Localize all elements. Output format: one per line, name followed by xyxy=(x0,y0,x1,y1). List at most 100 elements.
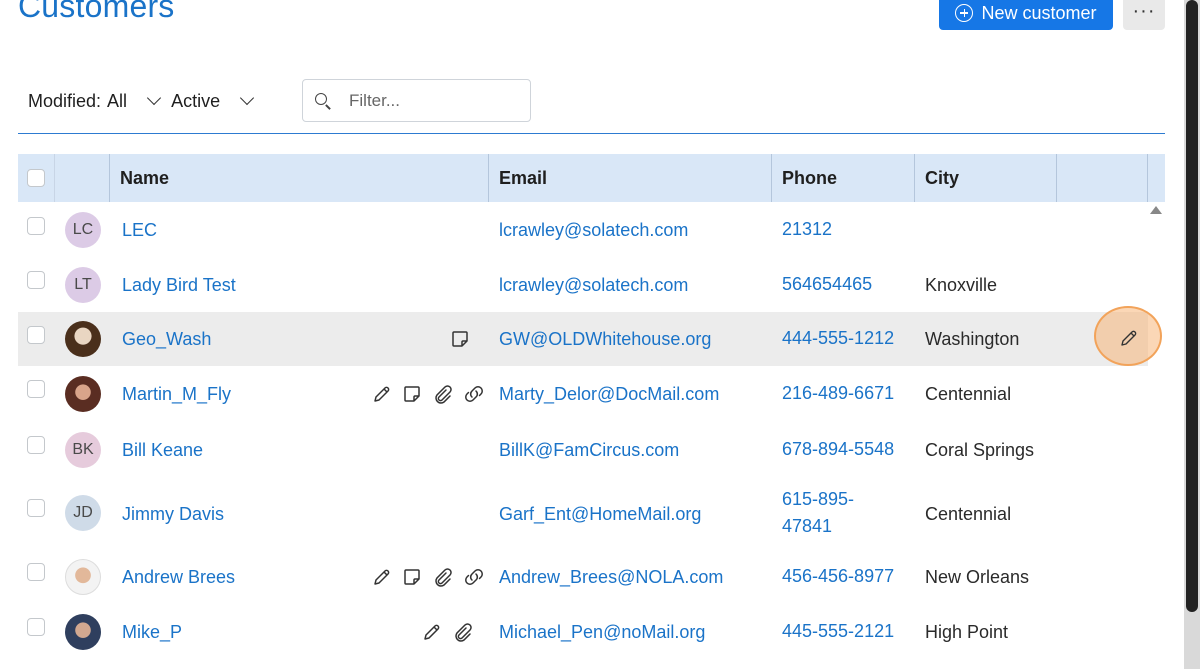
modified-filter-dropdown[interactable]: Modified: All xyxy=(28,91,171,112)
table-row[interactable]: LT Lady Bird Test lcrawley@solatech.com … xyxy=(18,257,1148,312)
pencil-icon xyxy=(1121,330,1137,346)
customer-phone-link[interactable]: 444-555-1212 xyxy=(782,325,894,352)
customer-city: Coral Springs xyxy=(925,440,1035,460)
customer-email-link[interactable]: Michael_Pen@noMail.org xyxy=(499,622,705,643)
customer-phone-link[interactable]: 564654465 xyxy=(782,271,872,298)
chevron-down-icon xyxy=(240,90,255,106)
customer-name-link[interactable]: Jimmy Davis xyxy=(122,504,224,525)
avatar xyxy=(65,321,101,357)
customer-city: New Orleans xyxy=(925,567,1030,587)
more-options-button[interactable]: ··· xyxy=(1123,0,1165,30)
status-filter-dropdown[interactable]: Active xyxy=(171,91,264,112)
new-customer-button[interactable]: New customer xyxy=(939,0,1113,30)
row-indicators xyxy=(422,622,472,642)
row-checkbox[interactable] xyxy=(27,380,45,398)
chevron-down-icon xyxy=(146,90,162,106)
avatar: BK xyxy=(65,432,101,468)
link-icon xyxy=(465,386,483,402)
customer-name-link[interactable]: Mike_P xyxy=(122,622,182,643)
page-title: Customers xyxy=(18,0,175,24)
add-circle-icon xyxy=(955,4,974,22)
modified-filter-value: All xyxy=(107,90,128,111)
customer-name-link[interactable]: Martin_M_Fly xyxy=(122,384,231,405)
table-row[interactable]: Andrew Brees Andrew_Brees@NOLA.com 456-4… xyxy=(18,551,1148,605)
row-checkbox[interactable] xyxy=(27,563,45,581)
divider xyxy=(18,133,1165,134)
customer-phone-link[interactable]: 615-895- 47841 xyxy=(782,486,854,540)
customer-city: Washington xyxy=(925,329,1020,349)
note-icon xyxy=(404,386,420,402)
column-header-email[interactable]: Email xyxy=(489,154,772,202)
table-row[interactable]: JD Jimmy Davis Garf_Ent@HomeMail.org 615… xyxy=(18,477,1148,551)
table-row[interactable]: Mike_P Michael_Pen@noMail.org 445-555-21… xyxy=(18,605,1148,661)
customer-name-link[interactable]: LEC xyxy=(122,220,157,241)
avatar xyxy=(65,559,101,595)
phone-line-1: 615-895- xyxy=(782,489,855,509)
window-scrollbar[interactable] xyxy=(1184,0,1200,669)
customer-city: Knoxville xyxy=(925,275,998,295)
customer-email-link[interactable]: Marty_Delor@DocMail.com xyxy=(499,384,719,405)
customer-phone-link[interactable]: 678-894-5548 xyxy=(782,436,894,463)
select-all-cell xyxy=(18,154,55,202)
table-row[interactable]: BK Bill Keane BillK@FamCircus.com 678-89… xyxy=(18,422,1148,477)
phone-line-2: 47841 xyxy=(782,516,833,536)
customer-city: High Point xyxy=(925,622,1009,642)
pencil-icon xyxy=(424,624,440,640)
customer-phone-link[interactable]: 456-456-8977 xyxy=(782,563,894,590)
customer-name-link[interactable]: Lady Bird Test xyxy=(122,275,236,296)
attachment-icon xyxy=(455,623,472,642)
attachment-icon xyxy=(435,385,452,404)
table-row[interactable]: Geo_Wash GW@OLDWhitehouse.org 444-555-12… xyxy=(18,312,1148,366)
new-customer-label: New customer xyxy=(981,2,1097,23)
column-header-city[interactable]: City xyxy=(915,154,1057,202)
row-checkbox[interactable] xyxy=(27,326,45,344)
row-checkbox[interactable] xyxy=(27,618,45,636)
customer-phone-link[interactable]: 21312 xyxy=(782,216,832,243)
actions-column-header xyxy=(1057,154,1148,202)
customer-email-link[interactable]: Andrew_Brees@NOLA.com xyxy=(499,567,723,588)
column-header-phone[interactable]: Phone xyxy=(772,154,915,202)
scrollbar-thumb[interactable] xyxy=(1186,0,1198,612)
status-filter-value: Active xyxy=(171,90,221,111)
customer-name-link[interactable]: Geo_Wash xyxy=(122,329,211,350)
avatar: LC xyxy=(65,212,101,248)
customer-name-link[interactable]: Andrew Brees xyxy=(122,567,235,588)
row-checkbox[interactable] xyxy=(27,436,45,454)
row-checkbox[interactable] xyxy=(27,217,45,235)
scroll-up-arrow-icon[interactable] xyxy=(1150,206,1162,214)
customer-email-link[interactable]: lcrawley@solatech.com xyxy=(499,275,688,296)
customer-email-link[interactable]: GW@OLDWhitehouse.org xyxy=(499,329,711,350)
customer-email-link[interactable]: lcrawley@solatech.com xyxy=(499,220,688,241)
attachment-icon xyxy=(435,568,452,587)
customer-phone-link[interactable]: 216-489-6671 xyxy=(782,380,894,407)
search-icon xyxy=(315,93,327,105)
filter-bar: Modified: All Active xyxy=(28,80,264,122)
customer-phone-link[interactable]: 445-555-2121 xyxy=(782,618,894,645)
edit-row-button[interactable] xyxy=(1094,306,1162,366)
pencil-icon xyxy=(374,569,390,585)
customer-email-link[interactable]: BillK@FamCircus.com xyxy=(499,440,679,461)
avatar xyxy=(65,614,101,650)
avatar xyxy=(65,376,101,412)
customer-city: Centennial xyxy=(925,384,1012,404)
row-checkbox[interactable] xyxy=(27,499,45,517)
link-icon xyxy=(465,569,483,585)
select-all-checkbox[interactable] xyxy=(27,169,45,187)
table-row[interactable]: Martin_M_Fly Marty_Delor@DocMail.com 216… xyxy=(18,366,1148,422)
modified-filter-label: Modified: xyxy=(28,90,102,111)
note-icon xyxy=(452,331,468,347)
note-icon xyxy=(404,569,420,585)
customer-city: Centennial xyxy=(925,504,1012,524)
table-header: Name Email Phone City xyxy=(18,154,1165,202)
avatar: JD xyxy=(65,495,101,531)
table-row[interactable]: LC LEC lcrawley@solatech.com 21312 xyxy=(18,202,1148,257)
avatar: LT xyxy=(65,267,101,303)
avatar-column-header xyxy=(55,154,110,202)
customer-name-link[interactable]: Bill Keane xyxy=(122,440,203,461)
row-checkbox[interactable] xyxy=(27,271,45,289)
pencil-icon xyxy=(374,386,390,402)
filter-search-box[interactable] xyxy=(302,79,531,122)
customer-email-link[interactable]: Garf_Ent@HomeMail.org xyxy=(499,504,701,525)
filter-input[interactable] xyxy=(349,90,519,112)
column-header-name[interactable]: Name xyxy=(110,154,489,202)
